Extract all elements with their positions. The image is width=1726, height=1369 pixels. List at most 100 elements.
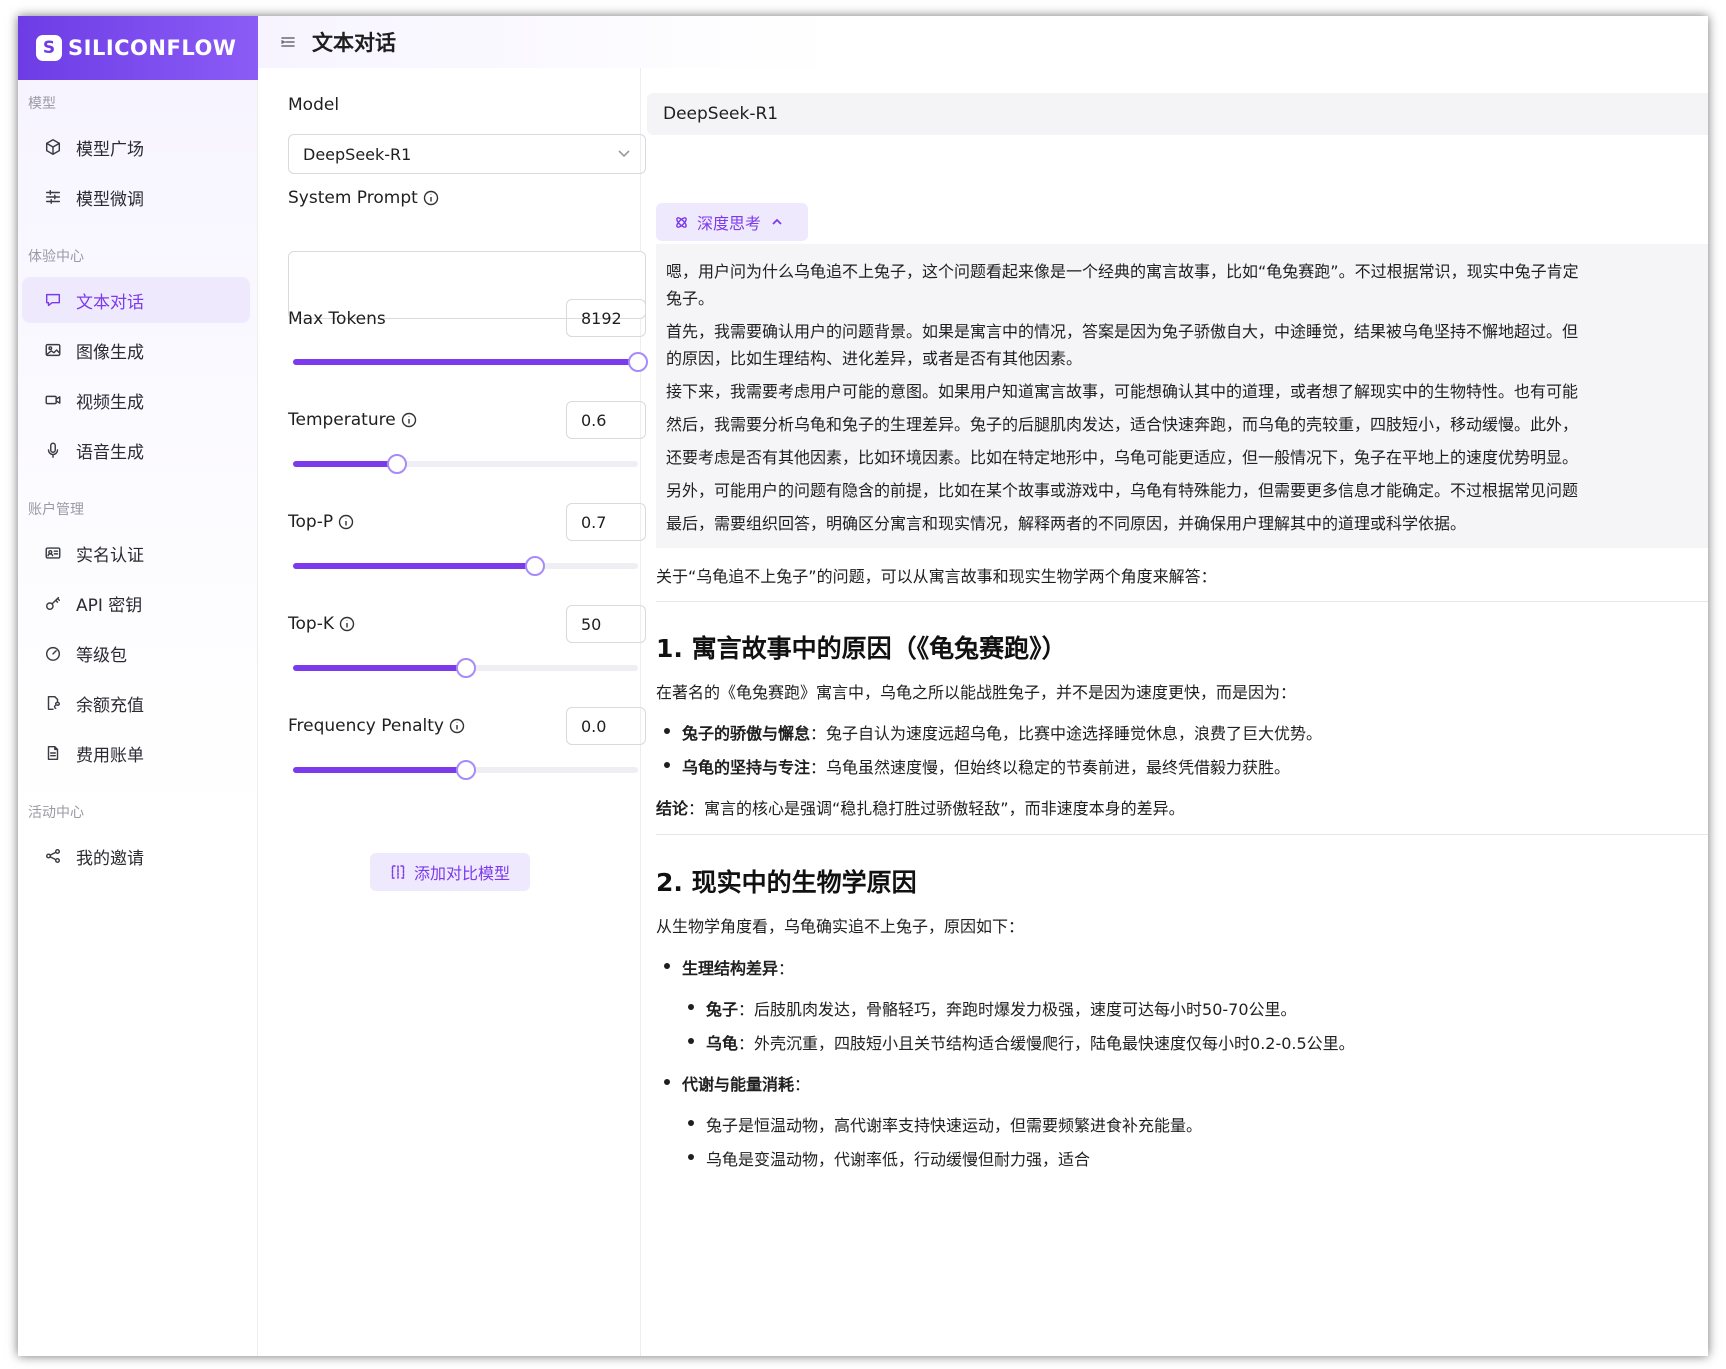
info-icon[interactable] — [449, 718, 465, 734]
temperature-input[interactable]: 0.6 — [566, 401, 646, 439]
nav-group-title: 模型 — [28, 96, 56, 112]
list-item: 乌龟的坚持与专注：乌龟虽然速度慢，但始终以稳定的节奏前进，最终凭借毅力获胜。 — [663, 754, 1290, 778]
divider — [656, 601, 1708, 602]
share-icon — [42, 845, 64, 867]
reasoning-paragraph: 首先，我需要确认用户的问题背景。如果是寓言中的情况，答案是因为兔子骄傲自大，中途… — [666, 322, 1579, 368]
page-header: 文本对话 — [258, 16, 1708, 68]
sidebar-item-label: 视频生成 — [76, 392, 144, 413]
sidebar-item-image-gen[interactable]: 图像生成 — [22, 327, 250, 373]
sidebar: S SILICONFLOW 模型 模型广场 模型微调 体验中心 文本对话 图像生… — [18, 16, 258, 1356]
info-icon[interactable] — [339, 616, 355, 632]
collapse-menu-icon[interactable] — [280, 34, 296, 50]
top-k-label: Top-K — [288, 614, 355, 634]
sidebar-item-api-keys[interactable]: API 密钥 — [22, 580, 250, 626]
sidebar-item-label: 费用账单 — [76, 745, 144, 766]
microphone-icon — [42, 439, 64, 461]
answer-intro: 关于“乌龟追不上兔子”的问题，可以从寓言故事和现实生物学两个角度来解答： — [656, 567, 1217, 586]
info-icon[interactable] — [423, 190, 439, 206]
sidebar-item-invitations[interactable]: 我的邀请 — [22, 833, 250, 879]
answer-heading-1: 1. 寓言故事中的原因（《龟兔赛跑》） — [656, 634, 1067, 663]
top-p-input[interactable]: 0.7 — [566, 503, 646, 541]
sidebar-item-fine-tune[interactable]: 模型微调 — [22, 174, 250, 220]
slider-thumb[interactable] — [524, 556, 545, 576]
add-compare-model-button[interactable]: 添加对比模型 — [370, 853, 530, 891]
cube-icon — [42, 136, 64, 158]
reasoning-paragraph: 另外，可能用户的问题有隐含的前提，比如在某个故事或游戏中，乌龟有特殊能力，但需要… — [666, 481, 1579, 500]
sidebar-item-recharge[interactable]: 余额充值 — [22, 680, 250, 726]
add-compare-label: 添加对比模型 — [413, 864, 510, 883]
sidebar-item-verification[interactable]: 实名认证 — [22, 530, 250, 576]
frequency-penalty-slider[interactable] — [293, 755, 638, 785]
list-item: 兔子是恒温动物，高代谢率支持快速运动，但需要频繁进食补充能量。 — [687, 1112, 1202, 1136]
info-icon[interactable] — [401, 412, 417, 428]
reasoning-content: 嗯，用户问为什么乌龟追不上兔子，这个问题看起来像是一个经典的寓言故事，比如“龟兔… — [656, 244, 1708, 548]
brand-logo[interactable]: S SILICONFLOW — [18, 16, 258, 80]
recharge-icon — [42, 692, 64, 714]
sidebar-item-label: 语音生成 — [76, 442, 144, 463]
deep-think-label: 深度思考 — [697, 214, 762, 233]
sidebar-item-billing[interactable]: 费用账单 — [22, 730, 250, 776]
info-icon[interactable] — [338, 514, 354, 530]
sidebar-item-level-package[interactable]: 等级包 — [22, 630, 250, 676]
max-tokens-slider[interactable] — [293, 347, 648, 377]
reasoning-paragraph: 然后，我需要分析乌龟和兔子的生理差异。兔子的后腿肌肉发达，适合快速奔跑，而乌龟的… — [666, 415, 1579, 434]
answer-paragraph: 在著名的《龟兔赛跑》寓言中，乌龟之所以能战胜兔子，并不是因为速度更快，而是因为： — [656, 683, 1297, 702]
list-item: 乌龟：外壳沉重，四肢短小且关节结构适合缓慢爬行，陆龟最快速度仅每小时0.2-0.… — [688, 1030, 1355, 1054]
temperature-slider[interactable] — [293, 449, 638, 479]
top-k-input[interactable]: 50 — [566, 605, 646, 643]
sidebar-item-label: 文本对话 — [76, 292, 144, 313]
slider-thumb[interactable] — [455, 658, 476, 678]
sidebar-item-label: 我的邀请 — [76, 848, 144, 869]
answer-paragraph: 从生物学角度看，乌龟确实追不上兔子，原因如下： — [656, 917, 1025, 936]
sidebar-item-label: 等级包 — [76, 645, 127, 666]
list-item: 兔子：后肢肌肉发达，骨骼轻巧，奔跑时爆发力极强，速度可达每小时50-70公里。 — [688, 996, 1297, 1020]
reasoning-paragraph: 接下来，我需要考虑用户可能的意图。如果用户知道寓言故事，可能想确认其中的道理，或… — [666, 382, 1579, 401]
top-p-slider[interactable] — [293, 551, 638, 581]
slider-fill — [293, 665, 466, 671]
reasoning-paragraph: 还要考虑是否有其他因素，比如环境因素。比如在特定地形中，乌龟可能更适应，但一般情… — [666, 448, 1579, 467]
app-window: S SILICONFLOW 模型 模型广场 模型微调 体验中心 文本对话 图像生… — [18, 16, 1708, 1356]
sidebar-item-text-chat[interactable]: 文本对话 — [22, 277, 250, 323]
answer-conclusion: 结论：寓言的核心是强调“稳扎稳打胜过骄傲轻敌”，而非速度本身的差异。 — [656, 799, 1185, 818]
video-icon — [42, 389, 64, 411]
sliders-icon — [42, 186, 64, 208]
slider-fill — [293, 767, 466, 773]
image-icon — [42, 339, 64, 361]
system-prompt-label: System Prompt — [288, 188, 439, 208]
model-label: Model — [288, 95, 340, 115]
page-title: 文本对话 — [312, 31, 396, 55]
reasoning-paragraph: 嗯，用户问为什么乌龟追不上兔子，这个问题看起来像是一个经典的寓言故事，比如“龟兔… — [666, 262, 1579, 308]
max-tokens-label: Max Tokens — [288, 309, 386, 329]
slider-fill — [293, 461, 397, 467]
temperature-label: Temperature — [288, 410, 417, 430]
sidebar-item-label: 图像生成 — [76, 342, 144, 363]
model-select[interactable]: DeepSeek-R1 — [288, 134, 646, 174]
slider-thumb[interactable] — [386, 454, 407, 474]
deep-think-toggle[interactable]: 深度思考 — [656, 203, 808, 241]
slider-fill — [293, 359, 638, 365]
compare-icon — [390, 864, 406, 880]
sidebar-item-model-square[interactable]: 模型广场 — [22, 124, 250, 170]
reasoning-paragraph: 最后，需要组织回答，明确区分寓言和现实情况，解释两者的不同原因，并确保用户理解其… — [666, 514, 1467, 533]
slider-thumb[interactable] — [455, 760, 476, 780]
top-k-slider[interactable] — [293, 653, 638, 683]
chat-icon — [42, 289, 64, 311]
sidebar-item-voice-gen[interactable]: 语音生成 — [22, 427, 250, 473]
sidebar-item-label: API 密钥 — [76, 595, 143, 616]
sidebar-item-label: 模型广场 — [76, 139, 144, 160]
nav-group-title: 体验中心 — [28, 249, 84, 265]
bill-icon — [42, 742, 64, 764]
list-item: 生理结构差异： — [663, 955, 794, 979]
sidebar-item-video-gen[interactable]: 视频生成 — [22, 377, 250, 423]
chat-panel: DeepSeek-R1 深度思考 嗯，用户问为什么乌龟追不上兔子，这个问题看起来… — [641, 68, 1708, 1356]
frequency-penalty-label: Frequency Penalty — [288, 716, 465, 736]
list-item: 兔子的骄傲与懈怠：兔子自认为速度远超乌龟，比赛中途选择睡觉休息，浪费了巨大优势。 — [663, 720, 1322, 744]
frequency-penalty-input[interactable]: 0.0 — [566, 707, 646, 745]
gauge-icon — [42, 642, 64, 664]
list-item: 乌龟是变温动物，代谢率低，行动缓慢但耐力强，适合 — [687, 1146, 1090, 1170]
top-p-label: Top-P — [288, 512, 354, 532]
nav-group-title: 账户管理 — [28, 502, 84, 518]
max-tokens-input[interactable]: 8192 — [566, 299, 646, 337]
id-card-icon — [42, 542, 64, 564]
siliconflow-logo-icon: S — [36, 35, 62, 61]
